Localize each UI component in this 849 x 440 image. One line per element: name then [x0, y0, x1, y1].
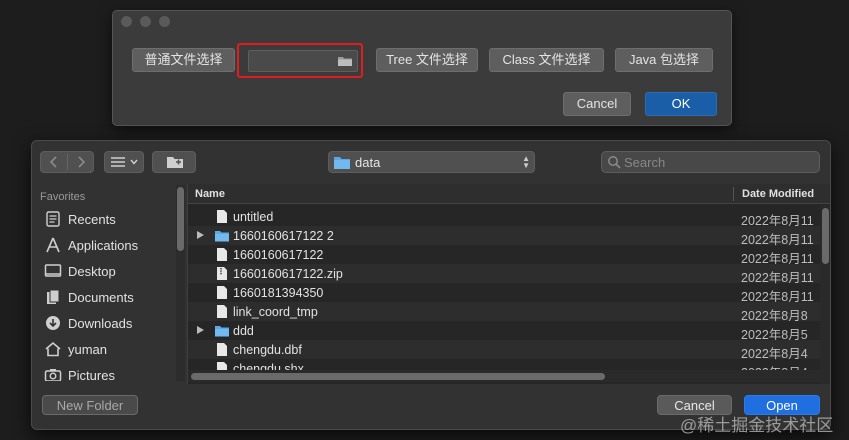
- back-forward-control: [40, 151, 94, 173]
- file-name: 1660160617122: [233, 248, 324, 262]
- cancel-button[interactable]: Cancel: [563, 92, 631, 116]
- new-folder-button[interactable]: New Folder: [42, 395, 138, 415]
- new-folder-toolbar-button[interactable]: [152, 151, 196, 173]
- folder-icon: [334, 157, 350, 169]
- sidebar: Favorites Recents Applications Desktop D…: [32, 185, 187, 381]
- java-package-select-button[interactable]: Java 包选择: [615, 48, 713, 72]
- file-icon: [217, 210, 227, 223]
- column-header: Name Date Modified: [188, 184, 830, 204]
- title-bar: [113, 11, 731, 31]
- normal-file-select-button[interactable]: 普通文件选择: [132, 48, 235, 72]
- file-name: 1660181394350: [233, 286, 324, 300]
- file-row[interactable]: 1660160617122 2 2022年8月11: [188, 226, 820, 247]
- file-name: ddd: [233, 324, 254, 338]
- file-icon: [217, 248, 227, 261]
- documents-icon: [47, 289, 60, 304]
- divider: [67, 154, 68, 170]
- sidebar-item-label: Recents: [68, 211, 116, 227]
- sidebar-item-desktop[interactable]: Desktop: [44, 260, 116, 282]
- chevron-down-icon: [130, 159, 138, 165]
- sidebar-item-home[interactable]: yuman: [44, 338, 107, 360]
- watermark: @稀土掘金技术社区: [680, 416, 834, 435]
- file-row[interactable]: chengdu.dbf 2022年8月4: [188, 340, 820, 361]
- downloads-icon: [46, 316, 60, 330]
- sidebar-item-label: Downloads: [68, 315, 133, 331]
- location-label: data: [355, 155, 381, 170]
- file-row[interactable]: link_coord_tmp 2022年8月8: [188, 302, 820, 323]
- sidebar-item-label: Pictures: [68, 367, 115, 382]
- camera-icon: [44, 369, 62, 381]
- applications-icon: [46, 237, 60, 253]
- sidebar-item-downloads[interactable]: Downloads: [44, 312, 132, 334]
- file-chooser-dialog: 普通文件选择 Tree 文件选择 Class 文件选择 Java 包选择 Can…: [112, 10, 732, 126]
- file-list: Name Date Modified untitled 2022年8月11 16…: [187, 184, 830, 384]
- scroll-thumb[interactable]: [822, 208, 829, 264]
- tree-file-select-button[interactable]: Tree 文件选择: [376, 48, 478, 72]
- sidebar-item-label: Desktop: [68, 263, 116, 279]
- clock-icon: [46, 211, 60, 227]
- file-row[interactable]: untitled 2022年8月11: [188, 207, 820, 228]
- back-icon[interactable]: [49, 156, 59, 168]
- new-folder-icon: [167, 157, 183, 168]
- file-name: untitled: [233, 210, 274, 224]
- sidebar-item-documents[interactable]: Documents: [44, 286, 134, 308]
- sidebar-item-pictures[interactable]: Pictures: [44, 364, 115, 381]
- location-popup[interactable]: data ▲ ▼: [328, 151, 535, 173]
- file-name: chengdu.dbf: [233, 343, 302, 357]
- file-row[interactable]: ddd 2022年8月5: [188, 321, 820, 342]
- file-path-field[interactable]: [248, 50, 358, 72]
- class-file-select-button[interactable]: Class 文件选择: [489, 48, 604, 72]
- sidebar-item-recents[interactable]: Recents: [44, 208, 116, 230]
- date-column-header[interactable]: Date Modified: [742, 188, 814, 200]
- list-view-icon: [111, 157, 125, 167]
- name-column-header[interactable]: Name: [195, 188, 225, 200]
- file-icon: [217, 286, 227, 299]
- search-icon: [608, 156, 621, 169]
- forward-icon[interactable]: [76, 156, 86, 168]
- sidebar-item-applications[interactable]: Applications: [44, 234, 138, 256]
- sidebar-item-label: yuman: [68, 341, 108, 357]
- file-row[interactable]: 1660181394350 2022年8月11: [188, 283, 820, 304]
- file-icon: [217, 343, 227, 356]
- disclosure-triangle-icon[interactable]: [197, 231, 204, 239]
- vertical-scrollbar[interactable]: [820, 205, 830, 384]
- scroll-thumb[interactable]: [191, 373, 605, 380]
- search-placeholder: Search: [624, 155, 666, 170]
- horizontal-scrollbar[interactable]: [188, 370, 820, 382]
- zip-file-icon: [217, 267, 227, 280]
- open-file-dialog: data ▲ ▼ Search Favorites Recents Applica…: [31, 140, 831, 430]
- file-name: 1660160617122 2: [233, 229, 334, 243]
- file-row[interactable]: 1660160617122.zip 2022年8月11: [188, 264, 820, 285]
- file-name: 1660160617122.zip: [233, 267, 343, 281]
- ok-button[interactable]: OK: [645, 92, 717, 116]
- file-row[interactable]: 1660160617122 2022年8月11: [188, 245, 820, 266]
- minimize-window-button[interactable]: [140, 16, 151, 27]
- search-field[interactable]: Search: [601, 151, 820, 173]
- updown-chevron-icon: ▲ ▼: [522, 154, 530, 170]
- folder-icon: [215, 326, 229, 337]
- folder-icon[interactable]: [338, 56, 352, 66]
- zoom-window-button[interactable]: [159, 16, 170, 27]
- disclosure-triangle-icon[interactable]: [197, 326, 204, 334]
- folder-icon: [215, 231, 229, 242]
- home-icon: [45, 341, 61, 357]
- sidebar-item-label: Documents: [68, 289, 134, 305]
- view-options-button[interactable]: [104, 151, 144, 173]
- sidebar-item-label: Applications: [68, 237, 139, 253]
- scroll-thumb[interactable]: [177, 187, 184, 251]
- close-window-button[interactable]: [121, 16, 132, 27]
- sidebar-heading: Favorites: [40, 191, 86, 203]
- file-name: link_coord_tmp: [233, 305, 318, 319]
- divider: [733, 187, 734, 201]
- sidebar-scrollbar[interactable]: [176, 185, 185, 381]
- file-icon: [217, 305, 227, 318]
- desktop-icon: [44, 264, 62, 277]
